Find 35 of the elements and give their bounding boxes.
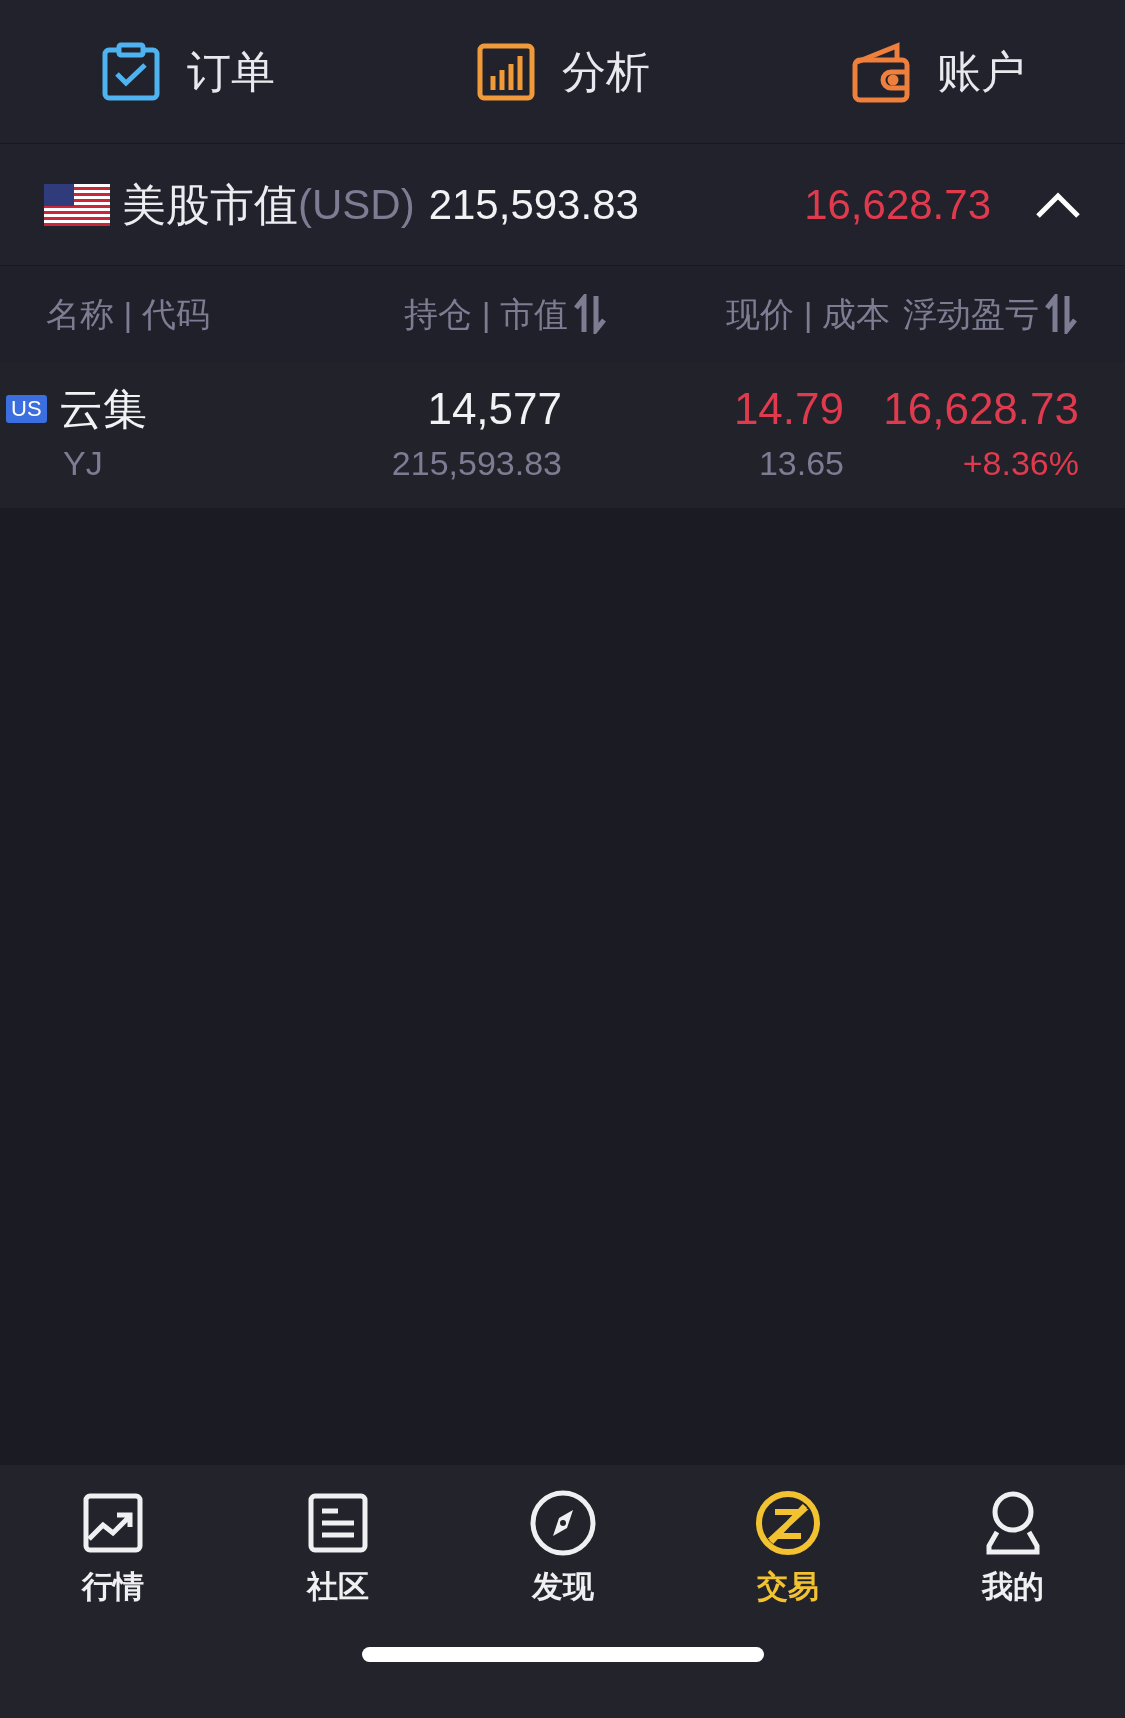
clipboard-check-icon xyxy=(100,41,161,102)
current-price: 14.79 xyxy=(733,383,844,435)
tab[interactable]: 订单 xyxy=(0,0,375,143)
nav-tab[interactable]: 行情 xyxy=(0,1489,225,1611)
stock-code: YJ xyxy=(62,443,104,484)
nav-tab[interactable]: 发现 xyxy=(450,1489,675,1611)
market-title: 美股市值 xyxy=(122,178,298,231)
column-header[interactable]: 持仓 | 市值 xyxy=(404,288,608,340)
bar-chart-icon xyxy=(475,41,536,102)
nav-tab[interactable]: 交易 xyxy=(675,1489,900,1611)
us-flag-icon xyxy=(44,183,110,226)
sort-icon xyxy=(572,294,608,334)
z-coin-icon xyxy=(754,1489,821,1556)
position-quantity: 14,577 xyxy=(427,383,562,435)
floating-profit: 16,628.73 xyxy=(883,383,1079,435)
wallet-icon xyxy=(850,39,911,104)
nav-tab[interactable]: 我的 xyxy=(900,1489,1125,1611)
market-badge: US xyxy=(6,395,47,423)
currency-label: (USD) xyxy=(298,180,415,230)
profit-value: 16,628.73 xyxy=(804,180,991,230)
column-header[interactable]: 现价 | 成本 xyxy=(726,288,890,340)
sort-icon xyxy=(1043,294,1079,334)
stock-row[interactable]: US 云集 YJ 14,577 215,593.83 14.79 13.65 16,628.73 +8.36% xyxy=(0,362,1125,508)
profit-percent: +8.36% xyxy=(962,443,1079,484)
collapse-caret-icon[interactable] xyxy=(1035,190,1081,219)
tab[interactable]: 分析 xyxy=(375,0,750,143)
market-value: 215,593.83 xyxy=(428,180,639,230)
tab[interactable]: 账户 xyxy=(750,0,1125,143)
market-value: 215,593.83 xyxy=(391,443,562,484)
column-header[interactable]: 浮动盈亏 xyxy=(903,288,1079,340)
compass-icon xyxy=(529,1489,596,1556)
column-header[interactable]: 名称 | 代码 xyxy=(46,288,210,340)
cost-price: 13.65 xyxy=(758,443,844,484)
nav-tab[interactable]: 社区 xyxy=(225,1489,450,1611)
stock-name: 云集 xyxy=(58,383,147,435)
